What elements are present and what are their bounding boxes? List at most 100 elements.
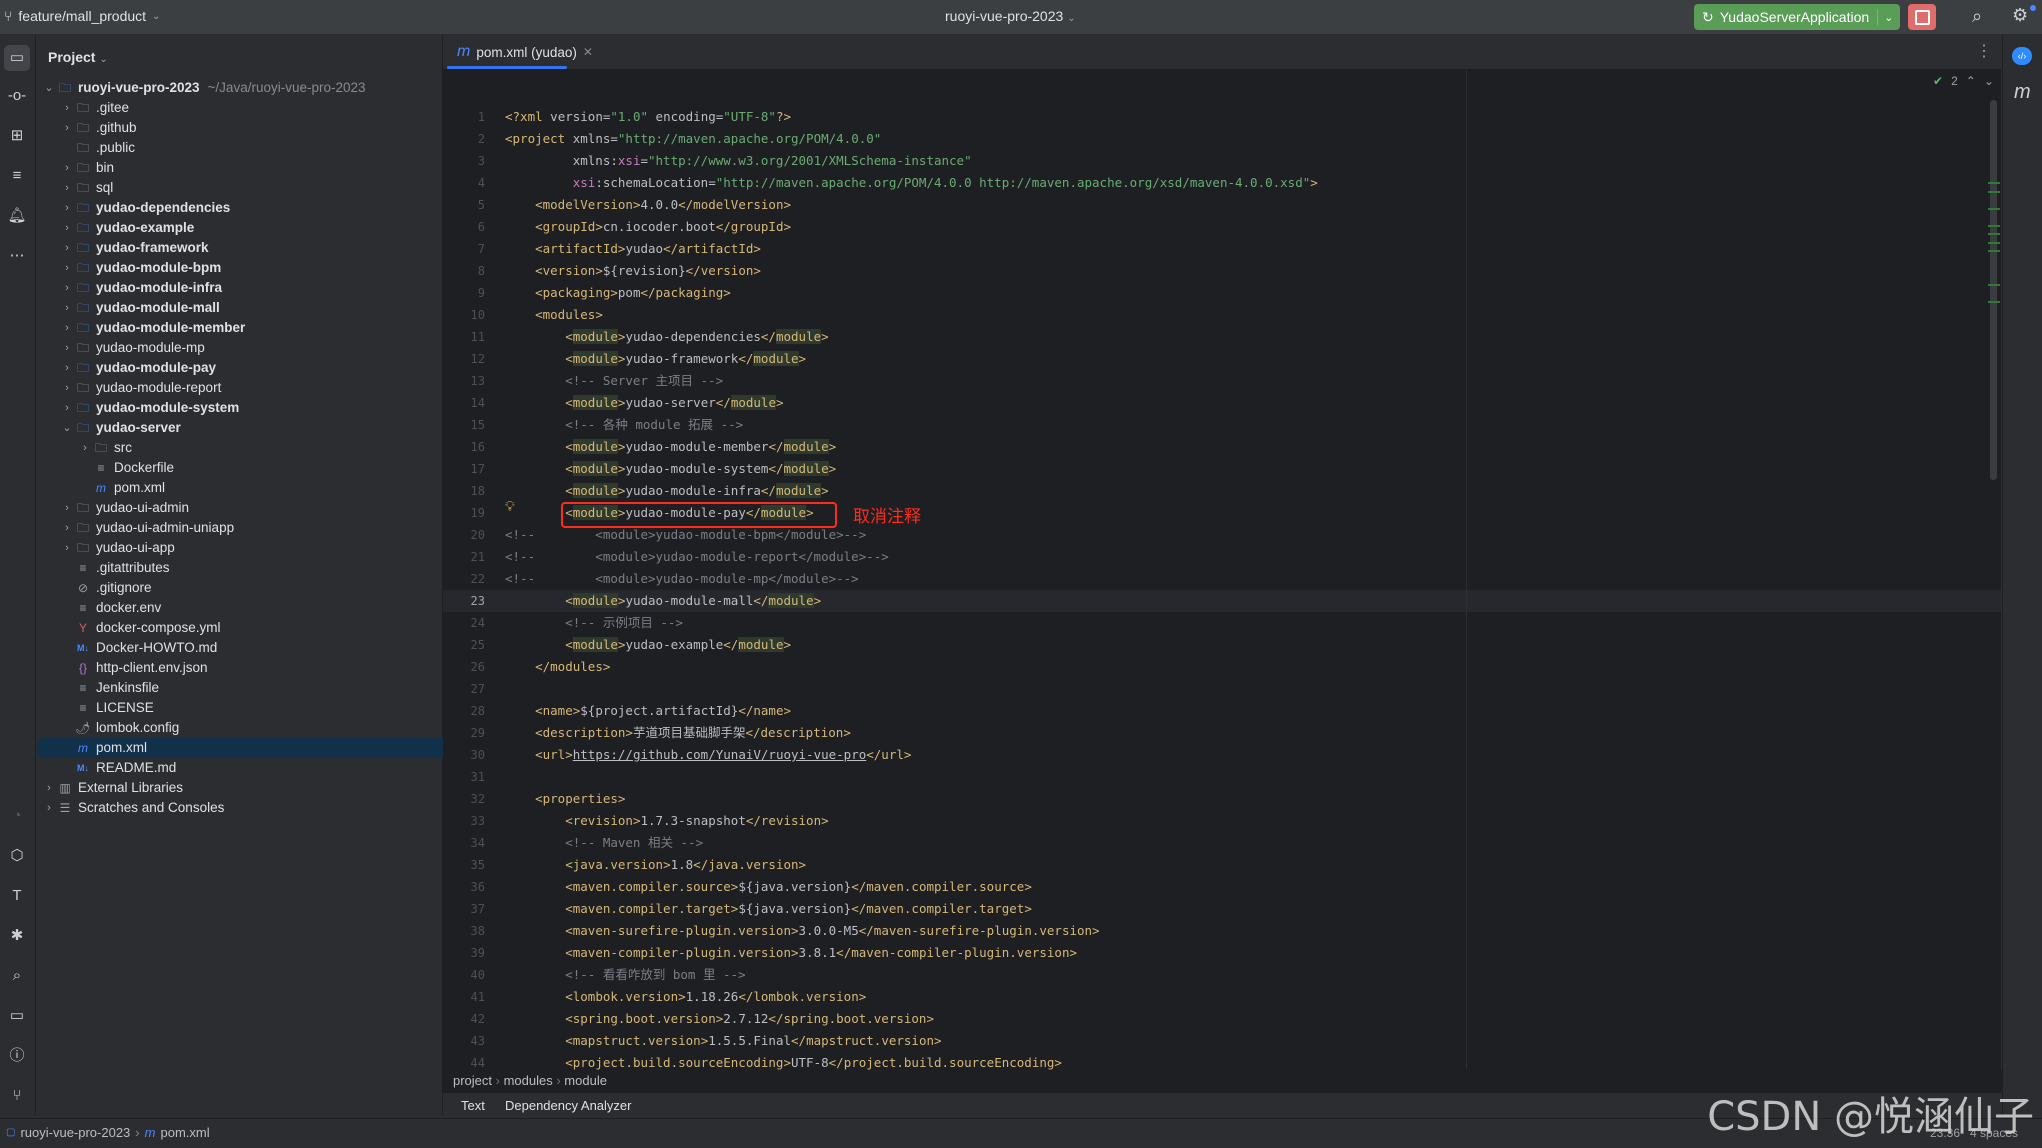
tree-item[interactable]: › 🗀 yudao-ui-admin xyxy=(60,498,189,518)
branch-switcher[interactable]: ⑂ feature/mall_product ⌄ xyxy=(4,8,160,24)
search-icon[interactable]: ⌕ xyxy=(1972,6,1982,27)
chevron-right-icon[interactable]: › xyxy=(60,518,74,538)
terminal-icon[interactable]: ▭ xyxy=(6,1005,28,1027)
chevron-right-icon[interactable]: › xyxy=(60,238,74,258)
tree-item[interactable]: ≡ Dockerfile xyxy=(78,458,174,478)
tree-item[interactable]: Ydocker-compose.yml xyxy=(60,618,221,638)
chevron-right-icon[interactable]: › xyxy=(60,378,74,398)
tree-item[interactable]: › 🗀 yudao-module-member xyxy=(60,318,245,338)
chevron-right-icon[interactable]: › xyxy=(60,338,74,358)
more-icon[interactable]: ⋯ xyxy=(6,245,28,267)
code-line[interactable]: <!-- 示例项目 --> xyxy=(505,612,683,634)
tree-item[interactable]: ≡ docker.env xyxy=(60,598,161,618)
code-line[interactable]: <module>yudao-module-system</module> xyxy=(505,458,836,480)
problems-icon[interactable]: ⓘ xyxy=(6,1045,28,1067)
code-line[interactable]: <modules> xyxy=(505,304,603,326)
tree-item[interactable]: {} http-client.env.json xyxy=(60,658,208,678)
tree-item[interactable]: › 🗀 yudao-module-pay xyxy=(60,358,216,378)
commit-icon[interactable]: -o- xyxy=(6,85,28,107)
code-line[interactable]: <modelVersion>4.0.0</modelVersion> xyxy=(505,194,791,216)
code-line[interactable]: <!-- <module>yudao-module-report</module… xyxy=(505,546,889,568)
code-line[interactable]: <!-- 各种 module 拓展 --> xyxy=(505,414,743,436)
tree-item[interactable]: › 🗀 yudao-framework xyxy=(60,238,208,258)
tree-item[interactable]: › 🗀 yudao-module-system xyxy=(60,398,239,418)
chevron-up-icon[interactable]: ⌃ xyxy=(1966,74,1976,88)
tree-item[interactable]: 🌶︎ lombok.config xyxy=(60,718,179,738)
tree-item[interactable]: › 🗀 yudao-module-infra xyxy=(60,278,222,298)
chevron-down-icon[interactable]: ⌄ xyxy=(1984,74,1994,88)
code-line[interactable]: <java.version>1.8</java.version> xyxy=(505,854,806,876)
tree-root[interactable]: ⌄ 🗀 ruoyi-vue-pro-2023 ~/Java/ruoyi-vue-… xyxy=(42,78,365,98)
tree-item[interactable]: › 🗀 yudao-module-report xyxy=(60,378,221,398)
tree-item[interactable]: M↓ Docker-HOWTO.md xyxy=(60,638,217,658)
tree-item[interactable]: ≡ LICENSE xyxy=(60,698,153,718)
profiler-icon[interactable]: ◔ xyxy=(6,805,28,827)
ai-assistant-icon[interactable]: ‹/› xyxy=(2012,47,2032,65)
tree-external-libraries[interactable]: › ▥ External Libraries xyxy=(42,778,183,798)
change-marker[interactable] xyxy=(1988,250,2000,252)
chevron-right-icon[interactable]: › xyxy=(60,118,74,138)
code-line[interactable]: <version>${revision}</version> xyxy=(505,260,761,282)
tree-scratches[interactable]: › ☰ Scratches and Consoles xyxy=(42,798,224,818)
status-breadcrumb[interactable]: ▢ ruoyi-vue-pro-2023 › m pom.xml xyxy=(6,1125,210,1140)
tree-item[interactable]: m pom.xml xyxy=(38,738,456,758)
code-line[interactable]: <module>yudao-framework</module> xyxy=(505,348,806,370)
tree-item[interactable]: › 🗀 yudao-ui-app xyxy=(60,538,175,558)
code-line[interactable]: <maven-compiler-plugin.version>3.8.1</ma… xyxy=(505,942,1077,964)
code-line[interactable]: <maven.compiler.target>${java.version}</… xyxy=(505,898,1032,920)
chevron-right-icon[interactable]: › xyxy=(42,778,56,798)
code-line[interactable]: <?xml version="1.0" encoding="UTF-8"?> xyxy=(505,106,791,128)
code-line[interactable]: <lombok.version>1.18.26</lombok.version> xyxy=(505,986,866,1008)
code-line[interactable]: <properties> xyxy=(505,788,625,810)
code-area[interactable]: ✔ 2 ⌃ ⌄ 1 <?xml version="1.0" encoding="U… xyxy=(443,70,2001,1092)
code-line[interactable]: <!-- <module>yudao-module-mp</module>--> xyxy=(505,568,859,590)
more-options-icon[interactable]: ⋮ xyxy=(1976,41,1992,61)
code-line[interactable]: <spring.boot.version>2.7.12</spring.boot… xyxy=(505,1008,934,1030)
code-line[interactable]: <maven-surefire-plugin.version>3.0.0-M5<… xyxy=(505,920,1099,942)
project-switcher[interactable]: ruoyi-vue-pro-2023 ⌄ xyxy=(945,8,1076,24)
tree-item[interactable]: › 🗀 .gitee xyxy=(60,98,129,118)
tree-item[interactable]: M↓ README.md xyxy=(60,758,176,778)
code-line[interactable]: <module>yudao-module-member</module> xyxy=(505,436,836,458)
git-icon[interactable]: ⑂ xyxy=(6,1085,28,1107)
tree-item[interactable]: › 🗀 yudao-ui-admin-uniapp xyxy=(60,518,234,538)
change-marker[interactable] xyxy=(1988,233,2000,235)
code-line[interactable]: xmlns:xsi="http://www.w3.org/2001/XMLSch… xyxy=(505,150,972,172)
code-line[interactable]: <packaging>pom</packaging> xyxy=(505,282,731,304)
find-search-icon[interactable]: ⌕ xyxy=(6,965,28,987)
code-line[interactable]: <project xmlns="http://maven.apache.org/… xyxy=(505,128,881,150)
code-line[interactable]: xsi:schemaLocation="http://maven.apache.… xyxy=(505,172,1318,194)
chevron-right-icon[interactable]: › xyxy=(60,398,74,418)
chevron-right-icon[interactable]: › xyxy=(78,438,92,458)
chevron-down-icon[interactable]: ⌄ xyxy=(60,418,74,438)
debug-bug-icon[interactable]: ✱ xyxy=(6,925,28,947)
change-marker[interactable] xyxy=(1988,242,2000,244)
code-line[interactable]: <module>yudao-dependencies</module> xyxy=(505,326,829,348)
tree-item[interactable]: m pom.xml xyxy=(78,478,165,498)
status-project[interactable]: ruoyi-vue-pro-2023 xyxy=(20,1125,130,1140)
code-line[interactable]: <module>yudao-example</module> xyxy=(505,634,791,656)
close-icon[interactable]: ✕ xyxy=(583,45,593,59)
tree-item[interactable]: › 🗀 yudao-module-bpm xyxy=(60,258,221,278)
chevron-down-icon[interactable]: ⌄ xyxy=(42,78,56,98)
stop-button[interactable] xyxy=(1908,4,1936,30)
maven-icon[interactable]: m xyxy=(2014,81,2031,104)
chevron-right-icon[interactable]: › xyxy=(60,278,74,298)
tab-pom-xml[interactable]: m pom.xml (yudao) ✕ xyxy=(451,35,599,69)
code-line[interactable]: <maven.compiler.source>${java.version}</… xyxy=(505,876,1032,898)
code-line[interactable]: <!-- Server 主项目 --> xyxy=(505,370,723,392)
change-marker[interactable] xyxy=(1988,301,2000,303)
tree-item[interactable]: ≡ Jenkinsfile xyxy=(60,678,159,698)
change-marker[interactable] xyxy=(1988,182,2000,184)
database-icon[interactable]: ≡ xyxy=(6,165,28,187)
breadcrumb-item[interactable]: modules xyxy=(504,1073,553,1088)
chevron-right-icon[interactable]: › xyxy=(60,98,74,118)
tree-item[interactable]: 🗀 .public xyxy=(60,138,135,158)
code-line[interactable]: </modules> xyxy=(505,656,610,678)
tree-item[interactable]: ≡ .gitattributes xyxy=(60,558,169,578)
code-line[interactable]: <artifactId>yudao</artifactId> xyxy=(505,238,761,260)
tree-item[interactable]: › 🗀 yudao-module-mp xyxy=(60,338,205,358)
change-marker[interactable] xyxy=(1988,225,2000,227)
tree-item[interactable]: › 🗀 src xyxy=(78,438,132,458)
code-line[interactable]: <name>${project.artifactId}</name> xyxy=(505,700,791,722)
